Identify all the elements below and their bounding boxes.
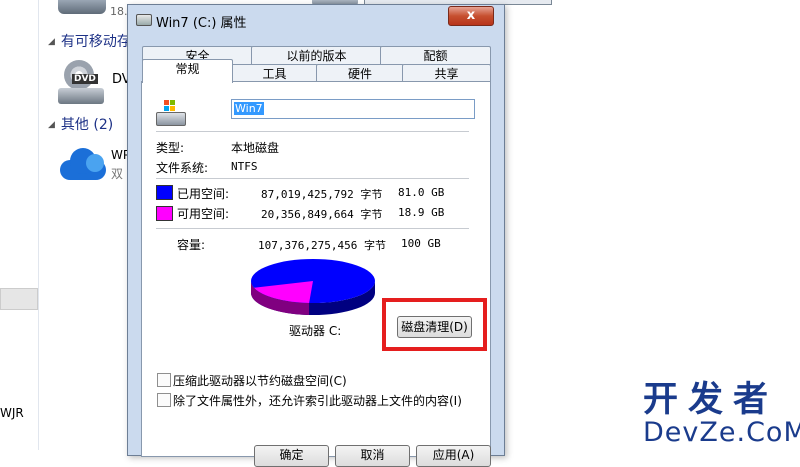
title-bar[interactable]: Win7 (C:) 属性 x xyxy=(128,5,504,35)
tab-quota[interactable]: 配额 xyxy=(380,46,491,65)
separator xyxy=(156,228,469,229)
drive-size-text: 18. xyxy=(110,5,128,18)
highlight-box xyxy=(382,298,487,351)
filesystem-value: NTFS xyxy=(231,160,258,173)
dvd-logo: DVD xyxy=(72,74,98,84)
capacity-bytes: 107,376,275,456 字节 xyxy=(258,239,386,252)
cancel-button[interactable]: 取消 xyxy=(335,445,410,467)
collapse-arrow-icon: ◢ xyxy=(48,120,55,130)
drive-icon xyxy=(136,14,152,26)
drive-name-input[interactable]: Win7 xyxy=(231,99,475,119)
ok-button[interactable]: 确定 xyxy=(254,445,329,467)
watermark: 开发者 DevZe.CoM xyxy=(643,382,800,448)
nav-pane-separator xyxy=(38,0,39,450)
properties-dialog: Win7 (C:) 属性 x 安全 以前的版本 配额 常规 工具 硬件 共享 W… xyxy=(127,4,505,467)
drive-label: 驱动器 C: xyxy=(289,324,342,338)
type-label: 类型: xyxy=(156,141,185,155)
other-header[interactable]: ◢ 其他 (2) xyxy=(48,114,113,134)
used-space-swatch xyxy=(156,185,173,200)
nav-pane-item[interactable] xyxy=(0,288,38,310)
watermark-line2: DevZe.CoM xyxy=(643,417,800,448)
drive-body xyxy=(58,88,104,104)
used-space-label: 已用空间: xyxy=(177,187,230,201)
dialog-title: Win7 (C:) 属性 xyxy=(156,16,247,31)
nav-item-text: WJR xyxy=(0,406,24,420)
dvd-drive-icon[interactable]: DVD xyxy=(58,60,106,106)
free-space-label: 可用空间: xyxy=(177,207,230,221)
separator xyxy=(156,178,469,179)
tab-general[interactable]: 常规 xyxy=(142,59,233,83)
tab-previous-versions[interactable]: 以前的版本 xyxy=(251,46,382,65)
drive-name-value: Win7 xyxy=(234,102,264,115)
capacity-label: 容量: xyxy=(177,238,206,252)
index-label: 除了文件属性外，还允许索引此驱动器上文件的内容(I) xyxy=(173,394,462,408)
cloud-icon[interactable] xyxy=(60,146,108,180)
compress-checkbox[interactable] xyxy=(157,373,171,387)
windows-drive-icon xyxy=(156,100,186,128)
separator xyxy=(156,131,469,132)
free-space-size: 18.9 GB xyxy=(398,206,445,219)
apply-button[interactable]: 应用(A) xyxy=(416,445,491,467)
used-space-size: 81.0 GB xyxy=(398,186,445,199)
type-value: 本地磁盘 xyxy=(231,141,280,155)
free-space-swatch xyxy=(156,206,173,221)
close-button[interactable]: x xyxy=(448,6,494,26)
removable-storage-header[interactable]: ◢ 有可移动存 xyxy=(48,31,131,51)
cloud-item-sublabel: 双 xyxy=(111,167,124,181)
capacity-size: 100 GB xyxy=(401,237,441,250)
disk-usage-pie-chart xyxy=(250,259,375,315)
index-checkbox[interactable] xyxy=(157,393,171,407)
used-space-bytes: 87,019,425,792 字节 xyxy=(261,188,383,201)
collapse-arrow-icon: ◢ xyxy=(48,37,55,47)
hard-drive-icon[interactable] xyxy=(58,0,106,14)
compress-label: 压缩此驱动器以节约磁盘空间(C) xyxy=(173,374,347,388)
filesystem-label: 文件系统: xyxy=(156,161,209,175)
free-space-bytes: 20,356,849,664 字节 xyxy=(261,208,383,221)
watermark-line1: 开发者 xyxy=(643,380,779,420)
